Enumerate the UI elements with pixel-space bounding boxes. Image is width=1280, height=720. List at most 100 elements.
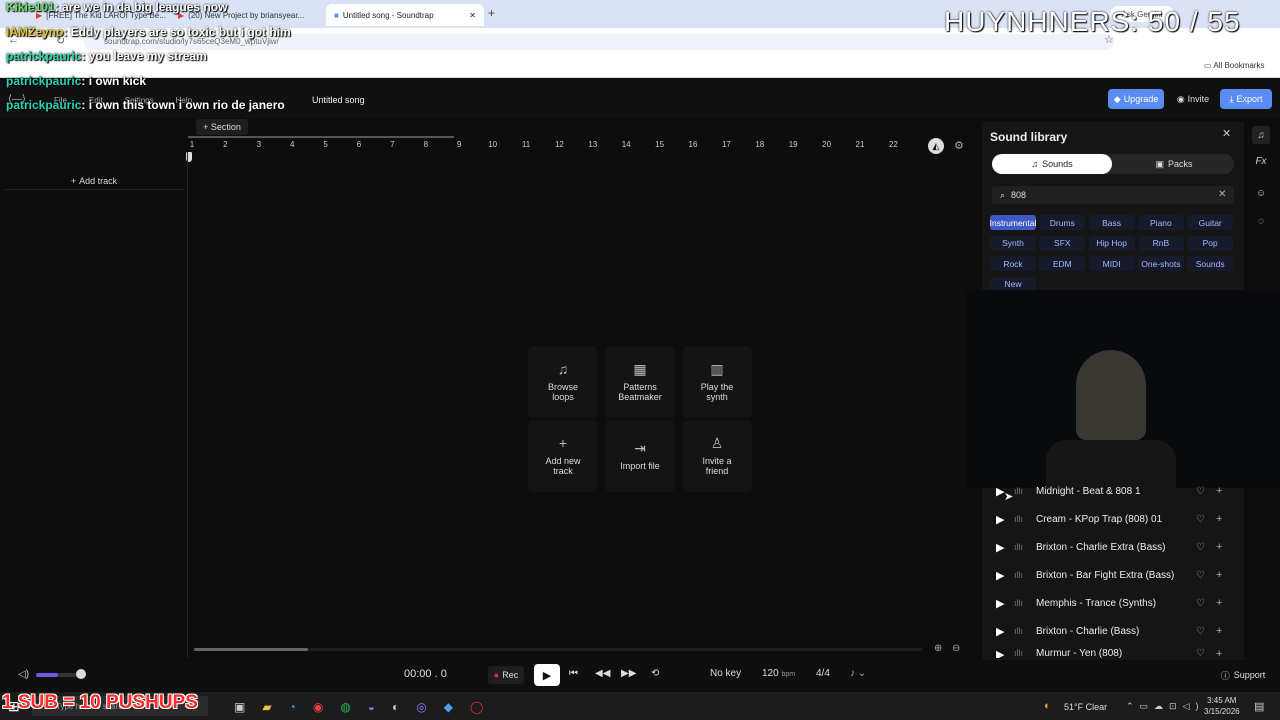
invite-button[interactable]: ◉ Invite xyxy=(1170,89,1216,109)
steam-icon[interactable]: ◆ xyxy=(444,700,453,714)
section-button[interactable]: + Section xyxy=(196,119,248,135)
heart-icon[interactable]: ♡ xyxy=(1196,570,1216,581)
heart-icon[interactable]: ♡ xyxy=(1196,486,1216,497)
app-icon[interactable]: ◎ xyxy=(416,700,426,714)
filter-chip[interactable]: Drums xyxy=(1039,215,1086,230)
rewind-icon[interactable]: ◀◀ xyxy=(595,668,610,679)
loop-icon[interactable]: ⟲ xyxy=(651,668,659,679)
chat-icon[interactable]: ◌ xyxy=(1252,212,1270,230)
taskbar-clock[interactable]: 3:45 AM 3/15/2026 xyxy=(1204,695,1240,717)
timeline-ruler[interactable]: 1 2 3 4 5 6 7 8 9 10 11 12 13 14 15 16 17 18 19 20 21 22 xyxy=(188,136,968,152)
add-icon[interactable]: + xyxy=(1216,485,1228,497)
add-icon[interactable]: + xyxy=(1216,569,1228,581)
play-icon[interactable]: ▶ xyxy=(996,541,1014,554)
notification-icon[interactable]: ▤ xyxy=(1254,700,1264,713)
heart-icon[interactable]: ♡ xyxy=(1196,542,1216,553)
key-display[interactable]: No key xyxy=(710,668,741,679)
tuner-icon[interactable]: ♪ ⌄ xyxy=(850,668,866,679)
add-icon[interactable]: + xyxy=(1216,597,1228,609)
volume-icon[interactable]: ◁) xyxy=(18,669,29,680)
task-view-icon[interactable]: ▣ xyxy=(234,700,245,714)
spotify-icon[interactable]: ◍ xyxy=(340,700,350,714)
play-icon[interactable]: ▶ xyxy=(996,648,1014,658)
play-button[interactable]: ▶ xyxy=(534,664,560,686)
export-button[interactable]: ⤓ Export xyxy=(1220,89,1272,109)
chrome-icon[interactable]: ◉ xyxy=(313,700,323,714)
volume-knob[interactable] xyxy=(76,669,86,679)
add-icon[interactable]: + xyxy=(1216,648,1228,658)
all-bookmarks-link[interactable]: ▭ All Bookmarks xyxy=(1204,61,1264,70)
filter-chip[interactable]: Synth xyxy=(990,235,1036,251)
sound-list-item[interactable]: ▶ ıllı Brixton - Bar Fight Extra (Bass) ♡ + xyxy=(996,564,1228,586)
heart-icon[interactable]: ♡ xyxy=(1196,598,1216,609)
play-icon[interactable]: ▶ xyxy=(996,569,1014,582)
discord-icon[interactable]: ◒ xyxy=(368,700,375,714)
time-signature[interactable]: 4/4 xyxy=(816,668,830,679)
music-library-icon[interactable]: ♫ xyxy=(1252,126,1270,144)
filter-chip[interactable]: Piano xyxy=(1137,215,1184,230)
sound-list-item[interactable]: ▶ ıllı Brixton - Charlie (Bass) ♡ + xyxy=(996,620,1228,642)
filter-chip[interactable]: RnB xyxy=(1137,235,1184,251)
zoom-in-icon[interactable]: ⊕ xyxy=(934,643,942,654)
play-synth-tile[interactable]: ▥ Play the synth xyxy=(682,346,752,418)
play-icon[interactable]: ▶ xyxy=(996,513,1014,526)
filter-chip[interactable]: MIDI xyxy=(1088,256,1135,271)
tempo-display[interactable]: 120 bpm xyxy=(762,668,795,679)
heart-icon[interactable]: ♡ xyxy=(1196,648,1216,658)
gear-icon[interactable]: ⚙ xyxy=(954,139,964,152)
new-tab-icon[interactable]: + xyxy=(488,6,495,20)
edge-icon[interactable]: ◔ xyxy=(289,700,296,714)
tray-icons[interactable]: ⌃▭☁⊡◁) xyxy=(1126,701,1205,712)
opera-icon[interactable]: ◯ xyxy=(470,700,483,714)
people-icon[interactable]: ☺ xyxy=(1252,184,1270,202)
add-icon[interactable]: + xyxy=(1216,541,1228,553)
clear-search-icon[interactable]: ✕ xyxy=(1218,189,1226,200)
zoom-out-icon[interactable]: ⊖ xyxy=(952,643,960,654)
sound-list-item[interactable]: ▶ ıllı Midnight - Beat & 808 1 ♡ + xyxy=(996,480,1228,502)
filter-chip[interactable]: Rock xyxy=(990,256,1036,271)
tab-packs[interactable]: ▣ Packs xyxy=(1114,154,1234,174)
filter-chip[interactable]: SFX xyxy=(1039,235,1086,251)
filter-chip[interactable]: EDM xyxy=(1039,256,1086,271)
song-title[interactable]: Untitled song xyxy=(312,95,365,105)
patterns-beatmaker-tile[interactable]: ▦ Patterns Beatmaker xyxy=(605,346,675,418)
add-track-button[interactable]: + Add track xyxy=(4,172,184,190)
invite-friend-tile[interactable]: ♙ Invite a friend xyxy=(682,420,752,492)
browser-tab-active[interactable]: ■ Untitled song - Soundtrap ✕ xyxy=(326,4,484,26)
support-button[interactable]: ⓘ Support xyxy=(1214,666,1272,684)
fx-icon[interactable]: Fx xyxy=(1252,152,1270,170)
fast-forward-icon[interactable]: ▶▶ xyxy=(621,668,636,679)
play-icon[interactable]: ▶ xyxy=(996,625,1014,638)
close-icon[interactable]: ✕ xyxy=(469,11,476,20)
filter-chip[interactable]: One-shots xyxy=(1137,256,1184,271)
skip-back-icon[interactable]: ⏮ xyxy=(569,668,578,679)
browse-loops-tile[interactable]: ♫ Browse loops xyxy=(528,346,598,418)
heart-icon[interactable]: ♡ xyxy=(1196,626,1216,637)
filter-chip[interactable]: Guitar xyxy=(1187,215,1234,230)
record-button[interactable]: ● Rec xyxy=(488,666,524,684)
filter-chip[interactable]: Instrumental xyxy=(990,215,1036,230)
weather-text[interactable]: 51°F Clear xyxy=(1064,702,1107,712)
metronome-icon[interactable]: ◭ xyxy=(928,138,944,154)
add-new-track-tile[interactable]: + Add new track xyxy=(528,420,598,492)
filter-chip[interactable]: Pop xyxy=(1187,235,1234,251)
import-file-tile[interactable]: ⇥ Import file xyxy=(605,420,675,492)
h-scrollbar[interactable] xyxy=(194,648,308,651)
filter-chip[interactable]: Hip Hop xyxy=(1088,235,1135,251)
add-icon[interactable]: + xyxy=(1216,625,1228,637)
library-search-input[interactable]: ⌕ 808 xyxy=(992,186,1234,204)
tab-sounds[interactable]: ♫ Sounds xyxy=(992,154,1112,174)
filter-chip[interactable]: Bass xyxy=(1088,215,1135,230)
close-icon[interactable]: ✕ xyxy=(1222,127,1231,140)
upgrade-button[interactable]: ◆ Upgrade xyxy=(1108,89,1164,109)
heart-icon[interactable]: ♡ xyxy=(1196,514,1216,525)
file-explorer-icon[interactable]: ▰ xyxy=(262,700,271,714)
add-icon[interactable]: + xyxy=(1216,513,1228,525)
sound-list-item[interactable]: ▶ ıllı Cream - KPop Trap (808) 01 ♡ + xyxy=(996,508,1228,530)
sound-list-item[interactable]: ▶ ıllı Murmur - Yen (808) ♡ + xyxy=(996,648,1228,658)
obs-icon[interactable]: ◐ xyxy=(392,700,399,714)
filter-chip[interactable]: Sounds xyxy=(1187,256,1234,271)
play-icon[interactable]: ▶ xyxy=(996,597,1014,610)
sound-list-item[interactable]: ▶ ıllı Memphis - Trance (Synths) ♡ + xyxy=(996,592,1228,614)
sound-list-item[interactable]: ▶ ıllı Brixton - Charlie Extra (Bass) ♡ + xyxy=(996,536,1228,558)
